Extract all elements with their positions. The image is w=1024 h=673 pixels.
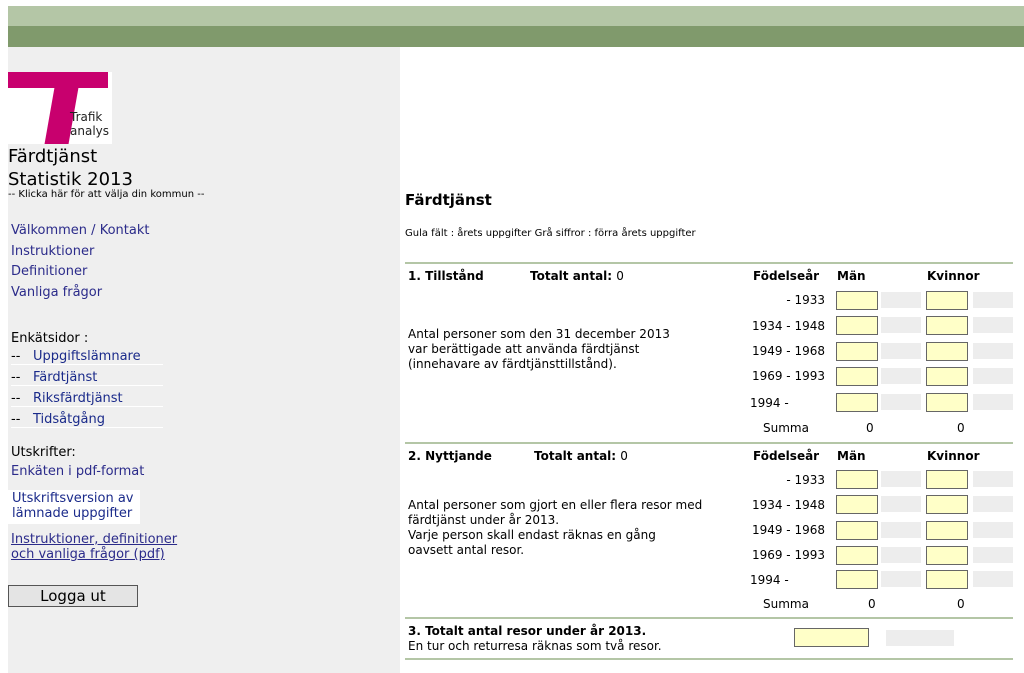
s2-women-prev-3 [973, 522, 1013, 538]
survey-page-uppgiftslamnare[interactable]: -- Uppgiftslämnare [11, 349, 163, 365]
trafikanalys-logo: Trafik analys [8, 72, 112, 144]
s1-women-input-5[interactable] [926, 393, 968, 412]
col-birth-year: Födelseår [753, 449, 820, 463]
section2-description: Antal personer som gjort en eller flera … [408, 498, 703, 557]
section1-description: Antal personer som den 31 december 2013 … [408, 327, 670, 371]
s1-women-prev-4 [973, 368, 1013, 384]
instructions-pdf-link[interactable]: Instruktioner, definitioner och vanliga … [11, 532, 177, 562]
s3-total-trips-prev [886, 630, 954, 646]
sidebar: Trafik analys Färdtjänst Statistik 2013 … [8, 47, 400, 673]
s2-women-input-2[interactable] [926, 495, 968, 514]
s2-women-prev-4 [973, 547, 1013, 563]
s1-sum-men: 0 [866, 421, 874, 435]
s1-men-prev-2 [881, 317, 921, 333]
prints-label: Utskrifter: [11, 445, 76, 460]
s2-men-prev-4 [881, 547, 921, 563]
survey-page-fardtjanst[interactable]: -- Färdtjänst [11, 370, 163, 386]
s2-men-input-5[interactable] [836, 570, 878, 589]
s1-men-input-3[interactable] [836, 342, 878, 361]
s2-women-prev-5 [973, 571, 1013, 587]
survey-page-riksfardtjanst[interactable]: -- Riksfärdtjänst [11, 391, 163, 407]
divider [405, 262, 1013, 264]
survey-pages-label: Enkätsidor : [11, 331, 89, 346]
s2-women-prev-2 [973, 496, 1013, 512]
nav-welcome-contact[interactable]: Välkommen / Kontakt [11, 223, 149, 238]
divider [405, 658, 1013, 660]
s2-men-prev-1 [881, 471, 921, 487]
s1-women-input-1[interactable] [926, 291, 968, 310]
section2-total: Totalt antal: 0 [534, 449, 628, 463]
s1-men-prev-3 [881, 343, 921, 359]
divider [405, 442, 1013, 444]
nav-faq[interactable]: Vanliga frågor [11, 285, 102, 300]
year-label: 1994 - [750, 573, 789, 587]
year-label: 1934 - 1948 [751, 319, 825, 333]
s2-men-input-4[interactable] [836, 546, 878, 565]
s2-men-input-1[interactable] [836, 470, 878, 489]
s2-women-input-5[interactable] [926, 570, 968, 589]
sum-label: Summa [763, 421, 809, 435]
year-label: - 1933 [786, 473, 825, 487]
s2-men-prev-2 [881, 496, 921, 512]
year-label: 1949 - 1968 [751, 523, 825, 537]
s2-men-input-2[interactable] [836, 495, 878, 514]
page-title: Färdtjänst [405, 191, 492, 209]
s1-women-prev-3 [973, 343, 1013, 359]
s1-men-input-1[interactable] [836, 291, 878, 310]
s2-women-input-4[interactable] [926, 546, 968, 565]
survey-page-tidsatgang[interactable]: -- Tidsåtgång [11, 412, 163, 428]
sum-label: Summa [763, 597, 809, 611]
s1-men-prev-1 [881, 292, 921, 308]
pdf-survey-link[interactable]: Enkäten i pdf-format [11, 464, 144, 479]
section3-heading: 3. Totalt antal resor under år 2013. [408, 624, 647, 638]
col-men: Män [837, 269, 866, 283]
s2-women-prev-1 [973, 471, 1013, 487]
year-label: 1969 - 1993 [751, 369, 825, 383]
s2-men-prev-3 [881, 522, 921, 538]
s1-men-input-5[interactable] [836, 393, 878, 412]
app-title: Färdtjänst Statistik 2013 [8, 146, 133, 190]
s1-women-prev-1 [973, 292, 1013, 308]
choose-municipality-link[interactable]: -- Klicka här för att välja din kommun -… [8, 189, 204, 200]
s1-women-input-2[interactable] [926, 316, 968, 335]
section1-heading: 1. Tillstånd [408, 269, 484, 283]
s2-sum-men: 0 [868, 597, 876, 611]
section1-total: Totalt antal: 0 [530, 269, 624, 283]
nav-instructions[interactable]: Instruktioner [11, 244, 94, 259]
header-band-dark [8, 26, 1024, 47]
s1-women-input-4[interactable] [926, 367, 968, 386]
s2-women-input-1[interactable] [926, 470, 968, 489]
s2-women-input-3[interactable] [926, 521, 968, 540]
divider [405, 617, 1013, 619]
s1-women-prev-2 [973, 317, 1013, 333]
s2-sum-women: 0 [957, 597, 965, 611]
s1-men-input-2[interactable] [836, 316, 878, 335]
section3-description: En tur och returresa räknas som två reso… [408, 639, 662, 653]
s1-women-prev-5 [973, 394, 1013, 410]
year-label: 1969 - 1993 [751, 548, 825, 562]
col-birth-year: Födelseår [753, 269, 820, 283]
nav-definitions[interactable]: Definitioner [11, 264, 87, 279]
s1-sum-women: 0 [957, 421, 965, 435]
s2-men-prev-5 [881, 571, 921, 587]
year-label: 1934 - 1948 [751, 498, 825, 512]
col-men: Män [837, 449, 866, 463]
col-women: Kvinnor [927, 449, 980, 463]
s2-men-input-3[interactable] [836, 521, 878, 540]
s1-men-input-4[interactable] [836, 367, 878, 386]
header-band-light [8, 6, 1024, 26]
section2-heading: 2. Nyttjande [408, 449, 492, 463]
main-content: Färdtjänst Gula fält : årets uppgifter G… [400, 47, 1024, 673]
print-version-link[interactable]: Utskriftsversion av lämnade uppgifter [8, 490, 140, 524]
logout-button[interactable]: Logga ut [8, 585, 138, 607]
year-label: 1949 - 1968 [751, 344, 825, 358]
s3-total-trips-input[interactable] [794, 628, 869, 647]
s1-men-prev-4 [881, 368, 921, 384]
s1-women-input-3[interactable] [926, 342, 968, 361]
col-women: Kvinnor [927, 269, 980, 283]
year-label: 1994 - [750, 396, 789, 410]
field-legend: Gula fält : årets uppgifter Grå siffror … [405, 228, 696, 239]
s1-men-prev-5 [881, 394, 921, 410]
year-label: - 1933 [786, 293, 825, 307]
